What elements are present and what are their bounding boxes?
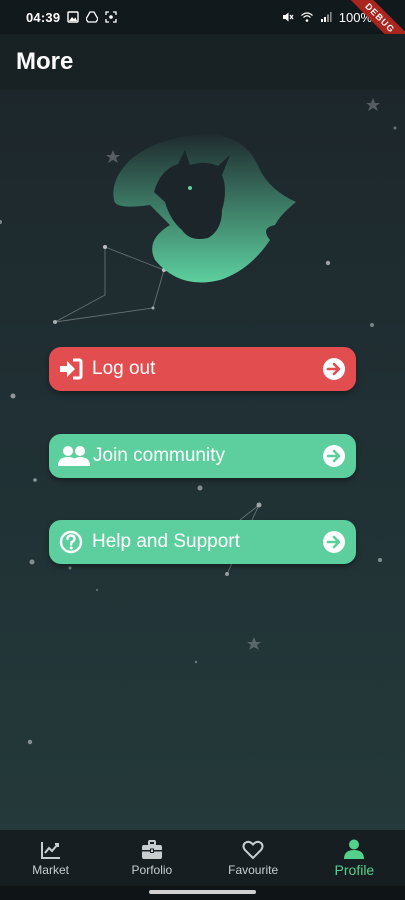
help-support-button[interactable]: Help and Support [49,520,356,564]
chart-line-icon [40,841,60,859]
nav-item-profile[interactable]: Profile [304,830,405,886]
gesture-bar [0,886,405,900]
status-time: 04:39 [26,9,61,25]
status-bar-left: 04:39 [26,10,117,25]
arrow-right-circle-icon [323,531,345,553]
home-indicator[interactable] [149,890,256,894]
drive-icon [86,11,99,23]
unicorn-logo [113,134,296,283]
mute-icon [282,12,294,22]
nav-label-market: Market [32,862,69,877]
briefcase-icon [141,839,162,859]
status-bar: 04:39 100% [0,0,405,34]
image-icon [67,11,79,23]
nav-item-market[interactable]: Market [0,830,101,886]
nav-label-portfolio: Porfolio [131,862,173,877]
heart-icon [242,840,264,859]
help-support-label: Help and Support [92,531,240,552]
nav-label-profile: Profile [334,861,375,878]
logout-button[interactable]: Log out [49,347,356,391]
signal-icon [320,12,332,22]
nav-item-portfolio[interactable]: Porfolio [101,830,202,886]
main-content: Log out Join community Help and Support [0,90,405,830]
users-icon [58,443,90,469]
join-community-button[interactable]: Join community [49,434,356,478]
screenshot-icon [105,11,117,23]
user-icon [344,839,365,859]
nav-label-favourite: Favourite [228,862,279,877]
app-bar: More [0,34,405,90]
logout-label: Log out [92,358,156,379]
page-title: More [16,48,74,75]
question-circle-icon [58,529,84,555]
nav-item-favourite[interactable]: Favourite [203,830,304,886]
bottom-nav: Market Porfolio Favourite Profile [0,830,405,886]
login-icon [58,356,84,382]
arrow-right-circle-icon [323,445,345,467]
arrow-right-circle-icon [323,358,345,380]
join-community-label: Join community [93,445,225,466]
wifi-icon [300,12,313,22]
